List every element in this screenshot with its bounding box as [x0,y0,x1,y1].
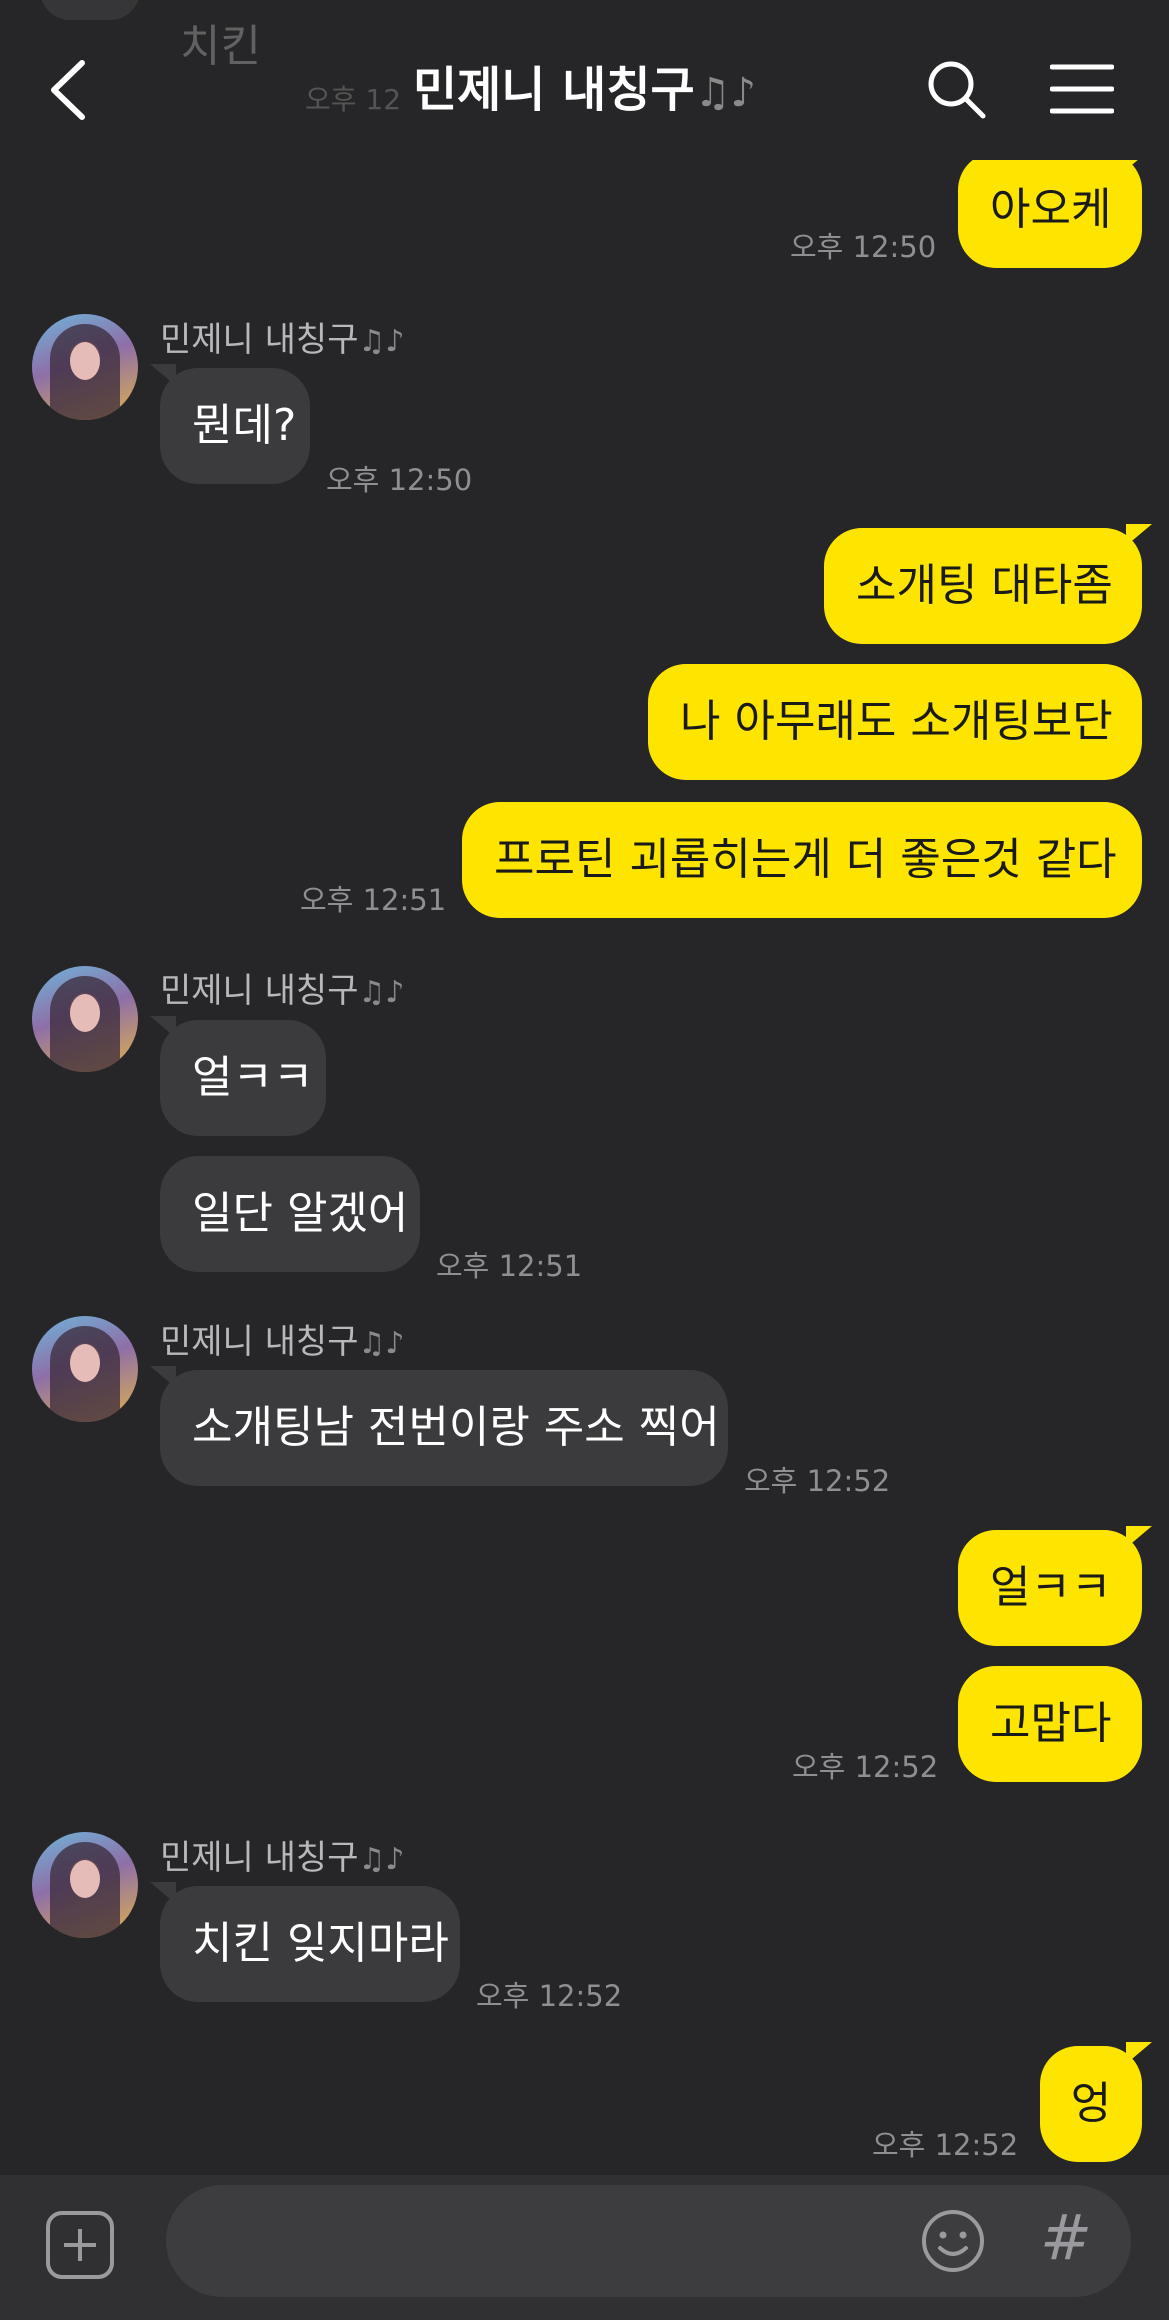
chat-title: 민제니 내칭구♫♪ [0,50,1169,120]
message-text: 소개팅 대타좀 [856,560,1113,611]
ghost-avatar [40,0,140,20]
friend-message-bubble[interactable]: 소개팅남 전번이랑 주소 찍어 [150,1366,728,1486]
message-time: 오후 12:52 [872,2128,1019,2162]
message-time: 오후 12:52 [476,1979,623,2013]
friend-avatar[interactable] [32,1316,138,1422]
message-text: 얼ㅋㅋ [990,1562,1112,1613]
message-time: 오후 12:50 [790,230,937,264]
message-time: 오후 12:50 [326,463,473,497]
music-note-icon: ♫♪ [358,975,405,1010]
sender-name: 민제니 내칭구♫♪ [160,1322,405,1362]
plus-square-icon[interactable] [46,2211,114,2279]
bubble-tail [150,1016,176,1038]
message-time: 오후 12:52 [744,1464,891,1498]
message-text: 고맙다 [990,1698,1112,1749]
bubble-tail [1126,2042,1152,2064]
bubble-tail [1126,524,1152,546]
my-message-bubble[interactable]: 소개팅 대타좀 [824,524,1152,644]
chat-screen: 치킨 오후 12 민제니 내칭구♫♪ 아오케 오후 12:50 민제니 내칭구♫… [0,0,1169,2320]
message-time: 오후 12:51 [436,1249,583,1283]
music-note-icon: ♫♪ [358,1326,405,1361]
bubble-tail [1126,1526,1152,1548]
message-time: 오후 12:52 [792,1750,939,1784]
friend-message-bubble[interactable]: 뭔데? [150,364,310,484]
hashtag-icon[interactable]: # [1040,2201,1092,2274]
message-time: 오후 12:51 [300,883,447,917]
music-note-icon: ♫♪ [358,1842,405,1877]
sender-name: 민제니 내칭구♫♪ [160,320,405,360]
friend-avatar[interactable] [32,314,138,420]
bubble-tail [150,1882,176,1904]
message-text: 치킨 잊지마라 [192,1918,449,1969]
friend-message-bubble[interactable]: 일단 알겠어 [160,1156,420,1272]
my-message-bubble[interactable]: 나 아무래도 소개팅보단 [648,664,1142,780]
music-note-icon: ♫♪ [358,324,405,359]
hamburger-menu-icon [1049,64,1115,114]
message-text: 얼ㅋㅋ [192,1052,314,1103]
music-note-icon: ♫♪ [694,70,757,116]
message-text: 나 아무래도 소개팅보단 [680,696,1113,747]
chat-title-text: 민제니 내칭구 [412,62,695,118]
chat-header: 치킨 오후 12 민제니 내칭구♫♪ [0,0,1169,160]
message-text: 일단 알겠어 [192,1188,409,1239]
friend-avatar[interactable] [32,966,138,1072]
friend-message-bubble[interactable]: 얼ㅋㅋ [150,1016,326,1136]
emoji-button[interactable] [920,2208,986,2274]
message-text: 아오케 [990,184,1112,235]
message-text: 엉 [1070,2078,1112,2129]
search-icon [928,61,986,119]
my-message-bubble[interactable]: 고맙다 [958,1666,1142,1782]
my-message-bubble[interactable]: 아오케 [958,148,1152,268]
friend-avatar[interactable] [32,1832,138,1938]
bubble-tail [150,364,176,386]
search-button[interactable] [925,58,987,120]
bubble-tail [150,1366,176,1388]
message-text: 프로틴 괴롭히는게 더 좋은것 같다 [494,834,1117,885]
message-text: 뭔데? [192,400,297,451]
my-message-bubble[interactable]: 엉 [1040,2042,1152,2162]
friend-message-bubble[interactable]: 치킨 잊지마라 [150,1882,460,2002]
message-input[interactable] [166,2185,1131,2297]
sender-name: 민제니 내칭구♫♪ [160,1838,405,1878]
my-message-bubble[interactable]: 프로틴 괴롭히는게 더 좋은것 같다 [462,802,1142,918]
message-text: 소개팅남 전번이랑 주소 찍어 [192,1402,720,1453]
my-message-bubble[interactable]: 얼ㅋㅋ [958,1526,1152,1646]
menu-button[interactable] [1049,62,1115,116]
smiley-icon [922,2210,984,2272]
sender-name: 민제니 내칭구♫♪ [160,971,405,1011]
message-input-bar: # [0,2175,1169,2320]
